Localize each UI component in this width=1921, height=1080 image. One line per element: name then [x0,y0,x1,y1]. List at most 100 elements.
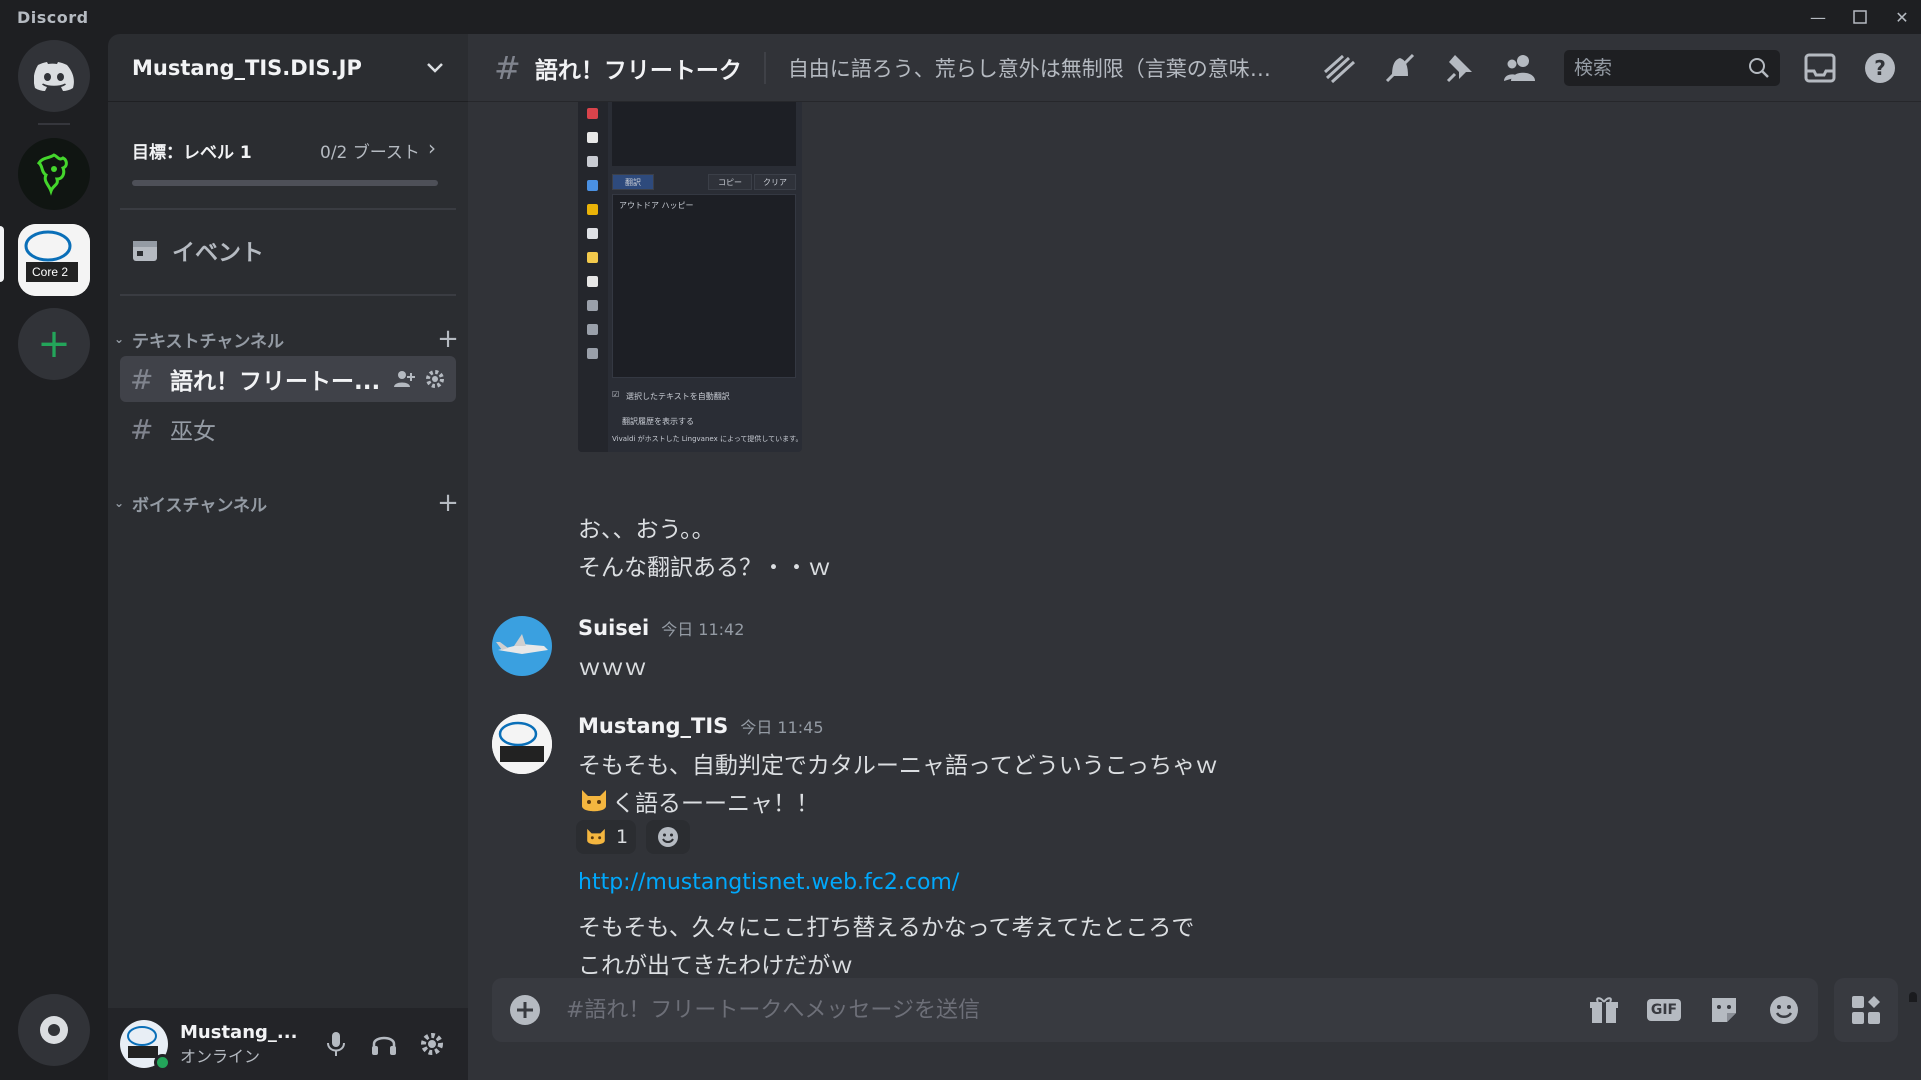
sticker-icon[interactable] [1702,988,1746,1032]
title-bar: Discord — ✕ [0,0,1921,34]
avatar[interactable] [120,1020,171,1071]
image-checkbox-label: 選択したテキストを自動翻訳 [626,392,730,401]
minimize-icon[interactable]: — [1797,0,1839,34]
core2-logo-icon: Core 2 [18,224,90,296]
message-text: そんな翻訳ある？・・ｗ [578,555,831,581]
plus-icon: + [37,321,71,367]
add-server-button[interactable]: + [18,308,90,380]
upload-plus-icon[interactable] [508,993,542,1027]
online-status-dot [154,1054,171,1071]
plane-avatar-icon [492,616,552,676]
gift-icon[interactable] [1582,988,1626,1032]
user-panel: Mustang_... オンライン [108,1008,468,1080]
chevron-down-icon: ⌄ [114,496,125,510]
server-icon-mustang[interactable]: Core 2 [18,224,90,296]
server-name: Mustang_TIS.DIS.JP [132,55,362,80]
maximize-icon[interactable] [1839,0,1881,34]
image-tab-clear: クリア [754,174,796,190]
user-settings-gear-icon[interactable] [408,1020,456,1068]
app-icon [587,300,598,311]
channel-topic[interactable]: 自由に語ろう、荒らし意外は無制限（言葉の意味を... [788,53,1288,83]
message-header: Suisei 今日 11:42 [578,616,744,640]
image-output-box: アウトドア ハッピー [612,194,796,378]
cat-message-text: く語るーーニャ！！ [612,791,819,817]
app-icon [587,108,598,119]
chevron-down-icon [427,62,443,73]
app-icon [587,204,598,215]
message-author[interactable]: Suisei [578,616,649,640]
invite-member-icon[interactable] [394,369,416,389]
user-name: Mustang_... [180,1021,298,1043]
discover-button[interactable] [18,994,90,1066]
text-channel-icon: # [494,48,521,87]
message-text: これが出てきたわけだがｗ [578,953,854,979]
message-text: く語るーーニャ！！ [578,784,819,818]
member-list-icon[interactable] [1498,48,1542,88]
user-info[interactable]: Mustang_... オンライン [180,1022,312,1067]
rail-separator [38,123,70,125]
app-icon [587,324,598,335]
server-rail: Core 2 + [0,34,108,1080]
help-icon[interactable]: ? [1858,48,1902,88]
channel-title: 語れ！フリートーク [534,57,742,84]
image-tab-copy: コピー [708,174,752,190]
message-text: そもそも、久々にここ打ち替えるかなって考えてたところで [578,915,1195,941]
category-text-channels[interactable]: ⌄ テキストチャンネル + [114,324,460,354]
razer-snake-icon [36,153,68,196]
notification-bell-muted-icon[interactable] [1378,48,1422,88]
message-timestamp: 今日 11:45 [740,718,824,737]
message-author[interactable]: Mustang_TIS [578,714,728,738]
events-button[interactable]: イベント [132,230,264,270]
app-icon [587,228,598,239]
boost-count[interactable]: 0/2 ブースト [320,138,420,163]
cat-emoji-icon [578,786,610,816]
message-input[interactable] [566,997,1546,1023]
close-icon[interactable]: ✕ [1881,0,1921,34]
category-voice-channels[interactable]: ⌄ ボイスチャンネル + [114,488,460,518]
category-label: ボイスチャンネル [132,495,267,516]
channel-item-free-talk[interactable]: # 語れ！フリートー... [120,356,456,402]
user-status: オンライン [180,1046,261,1066]
create-channel-icon[interactable]: + [436,488,460,518]
attached-image[interactable]: 翻訳 コピー クリア アウトドア ハッピー ☑ 選択したテキストを自動翻訳 翻訳… [578,102,802,452]
chevron-down-icon: ⌄ [114,332,125,346]
search-box[interactable] [1564,50,1780,86]
scrollbar-thumb[interactable] [1909,992,1917,1002]
message-header: Mustang_TIS 今日 11:45 [578,714,824,738]
text-channel-icon: # [130,412,154,446]
reaction-chip[interactable]: 1 [576,820,637,854]
gif-button[interactable]: GIF [1642,988,1686,1032]
apps-button[interactable] [1834,978,1898,1042]
microphone-icon[interactable] [312,1020,360,1068]
search-input[interactable] [1574,57,1748,79]
channel-name: 語れ！フリートー... [170,369,381,395]
sidebar-divider [120,294,456,296]
server-header[interactable]: Mustang_TIS.DIS.JP [108,34,468,102]
app-icon [587,348,598,359]
svg-text:?: ? [1874,56,1886,80]
gear-icon[interactable] [424,368,446,390]
avatar[interactable] [492,616,552,676]
svg-text:Core 2: Core 2 [32,265,68,279]
emoji-icon[interactable] [1762,988,1806,1032]
message-link[interactable]: http://mustangtisnet.web.fc2.com/ [578,870,959,895]
create-channel-icon[interactable]: + [436,324,460,354]
events-label: イベント [172,240,264,266]
server-icon-razer[interactable] [18,138,90,210]
threads-icon[interactable] [1318,48,1362,88]
reaction-count: 1 [616,826,629,848]
image-footer: Vivaldi がホストした Lingvanex によって提供しています。 [612,435,802,443]
discord-home-button[interactable] [18,40,90,112]
headphones-icon[interactable] [360,1020,408,1068]
channel-item-miko[interactable]: # 巫女 [120,406,456,452]
chevron-right-icon[interactable]: › [428,136,436,160]
pin-icon[interactable] [1438,48,1482,88]
inbox-icon[interactable] [1798,48,1842,88]
image-panel [612,102,796,166]
channel-sidebar: Mustang_TIS.DIS.JP 目標：レベル 1 0/2 ブースト › イ… [108,34,468,1080]
app-icon [587,132,598,143]
add-reaction-button[interactable] [646,820,690,854]
discord-logo-icon [34,62,74,91]
avatar[interactable] [492,714,552,774]
message-timestamp: 今日 11:42 [661,620,745,639]
